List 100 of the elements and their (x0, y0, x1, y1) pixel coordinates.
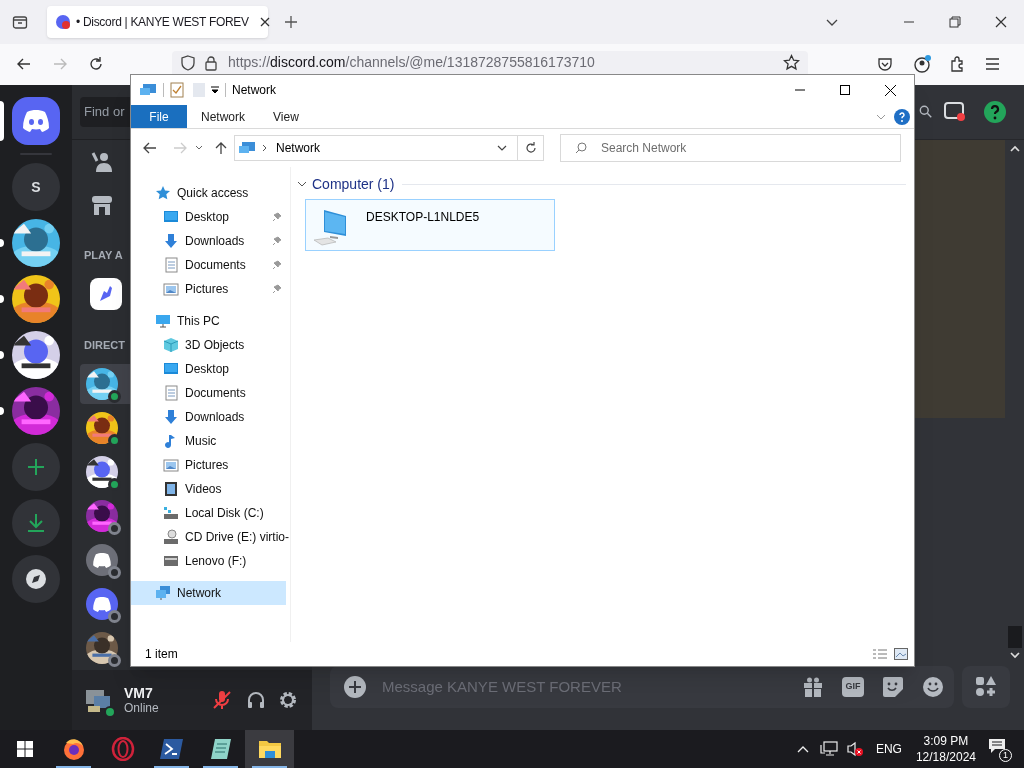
browser-icon (61, 737, 86, 761)
clock[interactable]: 3:09 PM 12/18/2024 (915, 733, 976, 765)
headphones-icon[interactable] (246, 690, 266, 710)
download-button[interactable] (12, 499, 60, 547)
search-icon[interactable] (919, 105, 933, 119)
address-bar[interactable]: Network (234, 135, 544, 161)
maximize-icon[interactable] (840, 85, 850, 95)
user-status: Online (124, 700, 159, 716)
new-tab-icon[interactable] (284, 15, 298, 29)
discover-button[interactable] (12, 555, 60, 603)
language-indicator[interactable]: ENG (875, 740, 902, 758)
taskbar-button[interactable] (245, 730, 294, 768)
nav-item[interactable]: Desktop (131, 357, 290, 381)
windows-logo-icon (16, 741, 33, 757)
ribbon-tab[interactable]: View (259, 105, 313, 128)
ribbon-tab[interactable]: File (131, 105, 187, 128)
nav-item[interactable]: Documents (131, 381, 290, 405)
notifications-button[interactable]: 1 (988, 738, 1010, 760)
nav-item[interactable]: Documents (131, 253, 290, 277)
nav-item[interactable]: Local Disk (C:) (131, 501, 290, 525)
help-icon[interactable] (983, 100, 1007, 124)
gif-button[interactable]: GIF (842, 677, 864, 697)
cube-icon (163, 337, 179, 353)
film-icon (163, 481, 179, 497)
nav-item[interactable]: Lenovo (F:) (131, 549, 290, 573)
nav-item[interactable]: CD Drive (E:) virtio- (131, 525, 290, 549)
nav-item[interactable]: 3D Objects (131, 333, 290, 357)
scroll-down-icon[interactable] (1008, 650, 1021, 660)
chevron-up-icon[interactable] (795, 744, 810, 754)
close-icon[interactable] (258, 16, 271, 28)
app-icon[interactable] (90, 278, 122, 310)
nav-item[interactable]: Network (131, 581, 286, 605)
shop-icon[interactable] (90, 194, 114, 216)
emoji-icon[interactable] (922, 676, 944, 698)
chevron-down-icon[interactable] (297, 180, 307, 188)
ribbon-tab[interactable]: Network (187, 105, 259, 128)
up-arrow-icon[interactable] (215, 141, 227, 155)
dm-item[interactable] (80, 364, 130, 404)
back-arrow-icon[interactable] (16, 56, 32, 72)
nav-item[interactable]: Pictures (131, 453, 290, 477)
large-icons-view-icon[interactable] (894, 648, 908, 660)
url-field[interactable]: https://discord.com/channels/@me/1318728755816173710 (172, 51, 808, 74)
extensions-icon[interactable] (949, 56, 965, 72)
notification-count: 1 (999, 749, 1012, 762)
apps-button[interactable] (962, 666, 1010, 708)
pocket-icon[interactable] (877, 56, 893, 72)
chevron-down-icon[interactable] (195, 145, 203, 151)
nav-item[interactable]: This PC (131, 309, 290, 333)
add-server-button[interactable] (12, 443, 60, 491)
reload-icon[interactable] (88, 56, 104, 72)
account-icon[interactable] (914, 55, 932, 73)
search-field[interactable]: Search Network (560, 134, 901, 162)
tab-list-icon[interactable] (12, 14, 28, 30)
status-text: 1 item (145, 646, 178, 663)
browser-tab[interactable]: • Discord | KANYE WEST FOREV (47, 6, 268, 38)
properties-icon[interactable] (170, 82, 184, 98)
chat-bubble-icon (988, 738, 1006, 754)
network-icon[interactable] (819, 741, 838, 757)
refresh-icon[interactable] (524, 142, 537, 154)
nav-item[interactable]: Downloads (131, 405, 290, 429)
nav-item[interactable]: Videos (131, 477, 290, 501)
compass-icon (25, 568, 47, 590)
inbox-icon[interactable] (943, 100, 967, 124)
network-icon (155, 585, 171, 601)
nav-item[interactable]: Music (131, 429, 290, 453)
gift-icon[interactable] (802, 676, 824, 698)
friends-icon[interactable] (90, 150, 114, 174)
settings-icon[interactable] (278, 690, 298, 710)
nav-item[interactable]: Pictures (131, 277, 290, 301)
muted-microphone-icon[interactable] (212, 690, 232, 710)
document-icon (163, 257, 179, 273)
dropdown-icon[interactable] (211, 86, 219, 94)
chevron-down-icon[interactable] (497, 144, 507, 152)
nav-item[interactable]: Downloads (131, 229, 290, 253)
nav-item[interactable]: Desktop (131, 205, 290, 229)
server-button[interactable]: S (12, 163, 60, 211)
group-header[interactable]: Computer (1) (312, 173, 395, 195)
ring-icon (110, 737, 135, 761)
computer-item[interactable]: DESKTOP-L1NLDE5 (305, 199, 555, 251)
menu-icon[interactable] (985, 57, 1000, 71)
help-icon[interactable] (894, 108, 910, 125)
muted-speaker-icon[interactable] (845, 741, 864, 757)
close-icon[interactable] (995, 16, 1007, 28)
plus-circle-icon[interactable] (344, 676, 366, 698)
monitor-icon (163, 209, 179, 225)
home-button[interactable] (12, 97, 60, 145)
scrollbar-thumb[interactable] (1007, 626, 1022, 648)
scroll-up-icon[interactable] (1008, 144, 1021, 154)
back-arrow-icon[interactable] (143, 142, 157, 154)
search-field[interactable]: Find or (80, 97, 130, 127)
network-icon (238, 140, 256, 156)
notepad-icon (208, 737, 233, 761)
close-icon[interactable] (885, 84, 896, 96)
section-header: DIRECT (84, 339, 125, 351)
star-icon[interactable] (783, 54, 800, 71)
drive-icon (163, 553, 179, 569)
sticker-icon[interactable] (882, 676, 904, 698)
restore-icon[interactable] (949, 16, 961, 28)
nav-item[interactable]: Quick access (131, 181, 290, 205)
section-header: PLAY A (84, 249, 123, 261)
